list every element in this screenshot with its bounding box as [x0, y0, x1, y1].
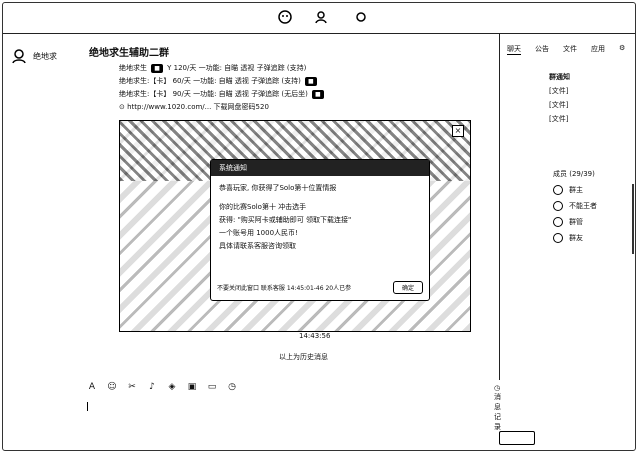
member-scrollbar[interactable]: [632, 184, 634, 254]
mic-icon[interactable]: ♪: [147, 382, 157, 392]
message-row: 绝地求生:【卡】 60/天 一功能: 自瞄 透视 子弹追踪 (支持) ■: [119, 75, 499, 88]
status-badge: ■: [305, 77, 317, 86]
timestamp: 14:43:56: [299, 332, 331, 340]
member-row[interactable]: 群主: [553, 182, 597, 198]
history-label: 消息记录: [494, 393, 501, 431]
panel-divider: [499, 34, 500, 380]
star-icon[interactable]: [353, 9, 369, 25]
message-text: Y 120/天 一功能: 自瞄 透视 子弹追踪 (支持): [167, 64, 307, 72]
system-dialog: 系统通知 恭喜玩家, 你获得了Solo第十位置情报 你的比赛Solo第十 冲击选…: [210, 159, 430, 301]
sidebar-item-label: 绝地求: [33, 51, 57, 61]
member-row[interactable]: 群友: [553, 230, 597, 246]
message-text: 90/天 一功能: 自瞄 透视 子弹追踪 (无后坐): [172, 90, 308, 98]
dialog-body: 恭喜玩家, 你获得了Solo第十位置情报 你的比赛Solo第十 冲击选手 获得:…: [211, 176, 429, 259]
page-title: 绝地求生辅助二群: [89, 48, 169, 59]
announcement-item[interactable]: [文件]: [549, 84, 570, 98]
message-sender: 绝地求生: [119, 64, 147, 72]
member-name: 群主: [569, 186, 583, 194]
dialog-line: 你的比赛Solo第十 冲击选手: [219, 203, 307, 211]
input-toolbar: A ☺ ✂ ♪ ◈ ▣ ▭ ◷: [87, 382, 237, 392]
gift-icon[interactable]: ◈: [167, 382, 177, 392]
close-icon[interactable]: ×: [452, 125, 464, 137]
tab-announcement[interactable]: 公告: [535, 44, 549, 55]
history-icon[interactable]: ◷: [227, 382, 237, 392]
dialog-line: 获得: "购买阿卡或辅助即可 领取下载连接": [219, 216, 352, 224]
announcement-title: 群通知: [549, 73, 570, 81]
message-input[interactable]: [87, 400, 495, 430]
clock-icon: ◷: [494, 384, 501, 392]
status-badge: ■: [151, 64, 163, 73]
chat-panel: 绝地求生辅助二群 绝地求生 ■ Y 120/天 一功能: 自瞄 透视 子弹追踪 …: [79, 34, 535, 449]
dialog-line: 恭喜玩家, 你获得了Solo第十位置情报: [219, 184, 337, 192]
right-tabs: 聊天 公告 文件 应用 ⚙: [507, 44, 625, 55]
app-window: 绝地求 绝地求生辅助二群 绝地求生 ■ Y 120/天 一功能: 自瞄 透视 子…: [2, 2, 636, 451]
message-row[interactable]: ⊙ http://www.1020.com/... 下载网盘密码520: [119, 101, 499, 114]
member-row[interactable]: 不能王者: [553, 198, 597, 214]
scissors-icon[interactable]: ✂: [127, 382, 137, 392]
dialog-title: 系统通知: [211, 160, 429, 176]
member-list: 成员 (29/39) 群主 不能王者 群管 群友: [553, 166, 597, 246]
link-icon: ⊙: [119, 103, 125, 111]
member-row[interactable]: 群管: [553, 214, 597, 230]
folder-icon[interactable]: ▭: [207, 382, 217, 392]
group-avatar-icon: [12, 49, 26, 64]
image-icon[interactable]: ▣: [187, 382, 197, 392]
dialog-line: 一个账号用 1000人民币!: [219, 229, 298, 237]
avatar: [553, 233, 563, 243]
announcement-item[interactable]: [文件]: [549, 112, 570, 126]
avatar: [553, 217, 563, 227]
avatar: [553, 201, 563, 211]
chat-icon[interactable]: [277, 9, 293, 25]
tab-files[interactable]: 文件: [563, 44, 577, 55]
message-history-link[interactable]: ◷ 消息记录: [494, 384, 501, 432]
emoji-icon[interactable]: ☺: [107, 382, 117, 392]
message-sender: 绝地求生:【卡】: [119, 90, 171, 98]
message-sender: 绝地求生:【卡】: [119, 77, 171, 85]
sidebar: 绝地求: [3, 34, 77, 450]
dialog-line: 具体请联系客服咨询领取: [219, 242, 296, 250]
member-name: 群友: [569, 234, 583, 242]
member-name: 不能王者: [569, 202, 597, 210]
announcement-item[interactable]: [文件]: [549, 98, 570, 112]
message-row: 绝地求生:【卡】 90/天 一功能: 自瞄 透视 子弹追踪 (无后坐) ■: [119, 88, 499, 101]
text-caret: [87, 402, 88, 411]
message-row: 绝地求生 ■ Y 120/天 一功能: 自瞄 透视 子弹追踪 (支持): [119, 62, 499, 75]
right-panel: 聊天 公告 文件 应用 ⚙ 群通知 [文件] [文件] [文件] 成员 (29/…: [501, 34, 635, 449]
confirm-button[interactable]: 确定: [392, 281, 423, 294]
message-text: 60/天 一功能: 自瞄 透视 子弹追踪 (支持): [172, 77, 301, 85]
tab-chat[interactable]: 聊天: [507, 44, 521, 55]
title-bar: [3, 3, 635, 34]
tab-apps[interactable]: 应用: [591, 44, 605, 55]
history-notice[interactable]: 以上为历史消息: [279, 352, 328, 362]
status-badge: ■: [312, 90, 324, 99]
contacts-icon[interactable]: [313, 9, 329, 25]
dialog-footer: 不要关闭此窗口 联系客服 14:45:01-46 20人已参 确定: [217, 281, 423, 294]
message-link[interactable]: http://www.1020.com/... 下载网盘密码520: [127, 103, 269, 111]
game-screenshot[interactable]: × 系统通知 恭喜玩家, 你获得了Solo第十位置情报 你的比赛Solo第十 冲…: [119, 120, 471, 332]
members-title: 成员 (29/39): [553, 170, 595, 178]
announcement-list: 群通知 [文件] [文件] [文件]: [549, 70, 570, 126]
sidebar-item-group[interactable]: 绝地求: [11, 48, 57, 64]
avatar: [553, 185, 563, 195]
message-list: 绝地求生 ■ Y 120/天 一功能: 自瞄 透视 子弹追踪 (支持) 绝地求生…: [119, 62, 499, 114]
settings-icon[interactable]: ⚙: [619, 44, 625, 55]
dialog-footer-text: 不要关闭此窗口 联系客服 14:45:01-46 20人已参: [217, 285, 352, 292]
member-name: 群管: [569, 218, 583, 226]
font-icon[interactable]: A: [87, 382, 97, 392]
